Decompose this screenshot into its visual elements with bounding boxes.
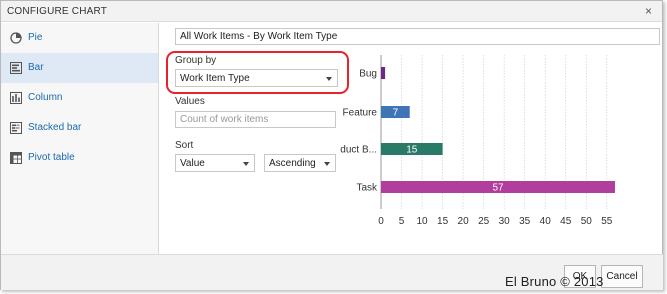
sidebar-item-label: Bar [28,62,44,73]
sort-order-value: Ascending [269,158,316,169]
pie-chart-icon [10,32,22,44]
x-tick-label: 30 [499,216,511,227]
bar-chart-preview: 0 5 10 15 20 25 30 35 40 45 50 55 Bug Feature 7 Product… [340,55,615,227]
chart-title-input[interactable]: All Work Items - By Work Item Type [175,28,660,45]
bar-value-label: 15 [406,145,418,156]
bar-0 [381,67,386,79]
sort-label: Sort [175,140,194,151]
x-tick-label: 40 [540,216,552,227]
sidebar-item-pivot-table[interactable]: Pivot table [1,143,158,173]
bar-chart-icon [10,62,22,74]
chart-config-panel: All Work Items - By Work Item Type Group… [160,23,663,254]
sort-field-value: Value [180,158,205,169]
sidebar-item-label: Pivot table [28,152,75,163]
x-tick-label: 35 [519,216,531,227]
sort-order-select[interactable]: Ascending [264,154,336,172]
category-label: Product B... [340,145,377,156]
watermark-text: El Bruno © 2013 [505,274,604,289]
group-by-label: Group by [175,55,217,66]
x-tick-label: 5 [399,216,405,227]
chevron-down-icon [243,162,249,166]
x-tick-label: 50 [581,216,593,227]
category-label: Task [356,183,378,194]
sidebar-item-bar[interactable]: Bar [1,53,158,83]
x-tick-label: 55 [601,216,613,227]
sidebar-item-label: Pie [28,32,43,43]
sidebar-item-column[interactable]: Column [1,83,158,113]
values-field[interactable]: Count of work items [175,111,336,128]
sidebar-item-pie[interactable]: Pie [1,23,158,53]
group-by-select[interactable]: Work Item Type [175,69,338,87]
dialog-title: CONFIGURE CHART [7,6,108,17]
x-tick-label: 45 [560,216,572,227]
chevron-down-icon [324,162,330,166]
cancel-button[interactable]: Cancel [601,265,643,288]
chart-type-sidebar: Pie Bar Column Stacked bar Pivot table [1,23,159,254]
chevron-down-icon [326,77,332,81]
stacked-bar-icon [10,122,22,134]
close-icon[interactable]: × [645,4,652,18]
x-tick-label: 10 [416,216,428,227]
pivot-table-icon [10,152,22,164]
x-tick-label: 25 [478,216,490,227]
x-tick-label: 0 [378,216,384,227]
x-tick-label: 20 [458,216,470,227]
group-by-value: Work Item Type [180,73,250,84]
configure-chart-dialog: CONFIGURE CHART × Pie Bar Column Stacked… [0,0,663,290]
bar-value-label: 7 [393,108,399,119]
x-tick-label: 15 [437,216,449,227]
sidebar-item-stacked-bar[interactable]: Stacked bar [1,113,158,143]
bar-value-label: 57 [492,183,504,194]
sort-field-select[interactable]: Value [175,154,255,172]
sidebar-item-label: Column [28,92,63,103]
values-label: Values [175,96,205,107]
category-label: Bug [359,69,377,80]
column-chart-icon [10,92,22,104]
sidebar-item-label: Stacked bar [28,122,82,133]
dialog-titlebar: CONFIGURE CHART × [1,1,662,22]
category-label: Feature [343,108,378,119]
